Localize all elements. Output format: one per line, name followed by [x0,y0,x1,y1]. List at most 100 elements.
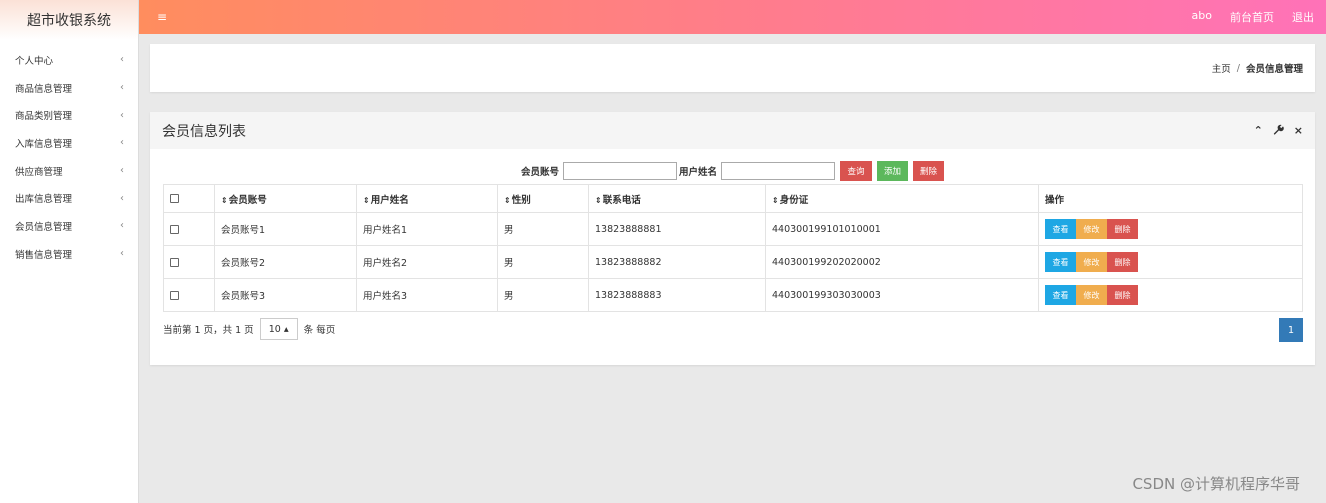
column-header-phone[interactable]: ⇕联系电话 [588,184,766,213]
column-label: 身份证 [779,194,809,206]
sidebar-item-label: 商品信息管理 [15,83,73,95]
cell-account: 会员账号3 [214,278,357,312]
sidebar-item-product-info[interactable]: 商品信息管理 ‹ [0,74,138,102]
row-delete-button[interactable]: 删除 [1107,285,1138,305]
account-label: 会员账号 [520,167,559,178]
cell-name: 用户姓名2 [356,245,498,279]
cell-idcard: 440300199303030003 [765,278,1039,312]
sidebar-item-supplier[interactable]: 供应商管理 ‹ [0,157,138,185]
column-label: 会员账号 [228,194,267,206]
row-select-cell [163,212,215,246]
row-delete-button[interactable]: 删除 [1107,252,1138,272]
sidebar-item-sales-info[interactable]: 销售信息管理 ‹ [0,240,138,268]
view-button[interactable]: 查看 [1045,219,1076,239]
app-title: 超市收银系统 [0,0,138,40]
row-checkbox[interactable] [170,257,179,267]
sort-icon: ⇕ [363,195,370,205]
row-select-cell [163,245,215,279]
sidebar-item-stock-out[interactable]: 出库信息管理 ‹ [0,184,138,212]
select-all-cell [163,184,215,213]
per-page-suffix: 条 每页 [303,325,336,336]
sidebar-item-label: 商品类别管理 [15,111,73,123]
view-button[interactable]: 查看 [1045,252,1076,272]
cell-name: 用户姓名3 [356,278,498,312]
top-links: abo 前台首页 退出 [1192,9,1314,25]
cell-name: 用户姓名1 [356,212,498,246]
user-name[interactable]: abo [1192,9,1212,25]
menu-icon[interactable]: ≡ [157,10,167,24]
pagination-info: 当前第 1 页，共 1 页 10 ▴ 条 每页 [163,318,335,340]
chevron-left-icon: ‹ [120,82,124,94]
column-label: 性别 [511,194,531,206]
sort-icon: ⇕ [772,195,779,205]
page-button-1[interactable]: 1 [1279,318,1303,342]
chevron-left-icon: ‹ [120,165,124,177]
search-bar: 会员账号 用户姓名 查询 添加 删除 [150,159,1315,183]
breadcrumb-home[interactable]: 主页 [1212,61,1231,75]
table-header-row: ⇕会员账号 ⇕用户姓名 ⇕性别 ⇕联系电话 ⇕身份证 操作 [163,184,1303,213]
username-input[interactable] [721,162,835,180]
cell-phone: 13823888882 [588,245,766,279]
username-label: 用户姓名 [678,167,717,178]
chevron-left-icon: ‹ [120,54,124,66]
row-checkbox[interactable] [170,224,179,234]
cell-idcard: 440300199202020002 [765,245,1039,279]
chevron-left-icon: ‹ [120,109,124,121]
cell-idcard: 440300199101010001 [765,212,1039,246]
front-home-link[interactable]: 前台首页 [1230,9,1274,25]
column-label: 联系电话 [602,194,641,206]
top-bar: ≡ abo 前台首页 退出 [139,0,1326,34]
page-size-select[interactable]: 10 ▴ [259,318,298,340]
member-list-panel: 会员信息列表 ⌃ × 会员账号 用户姓名 查询 添加 删除 ⇕会员账号 ⇕用户姓… [150,112,1315,365]
chevron-left-icon: ‹ [120,248,124,260]
sidebar-item-stock-in[interactable]: 入库信息管理 ‹ [0,129,138,157]
column-header-gender[interactable]: ⇕性别 [497,184,589,213]
sidebar-item-member-info[interactable]: 会员信息管理 ‹ [0,212,138,240]
table-row: 会员账号2 用户姓名2 男 13823888882 44030019920202… [163,245,1303,279]
chevron-left-icon: ‹ [120,220,124,232]
edit-button[interactable]: 修改 [1076,285,1107,305]
breadcrumb-separator: / [1236,62,1240,74]
query-button[interactable]: 查询 [840,161,872,181]
close-icon[interactable]: × [1294,124,1303,138]
cell-account: 会员账号2 [214,245,357,279]
page-summary: 当前第 1 页，共 1 页 [163,325,254,336]
sidebar-item-label: 出库信息管理 [15,194,73,206]
sidebar-item-personal-center[interactable]: 个人中心 ‹ [0,46,138,74]
row-checkbox[interactable] [170,290,179,300]
sidebar-item-label: 供应商管理 [15,166,63,178]
sort-icon: ⇕ [221,195,228,205]
sort-icon: ⇕ [504,195,511,205]
row-delete-button[interactable]: 删除 [1107,219,1138,239]
column-header-name[interactable]: ⇕用户姓名 [356,184,498,213]
edit-button[interactable]: 修改 [1076,219,1107,239]
column-header-ops: 操作 [1038,184,1303,213]
sidebar-item-label: 个人中心 [15,55,54,67]
delete-button[interactable]: 删除 [913,161,945,181]
sidebar-nav: 个人中心 ‹ 商品信息管理 ‹ 商品类别管理 ‹ 入库信息管理 ‹ 供应商管理 … [0,40,138,268]
column-header-account[interactable]: ⇕会员账号 [214,184,357,213]
cell-ops: 查看 修改 删除 [1038,212,1303,246]
column-header-idcard[interactable]: ⇕身份证 [765,184,1039,213]
account-input[interactable] [562,162,677,180]
collapse-icon[interactable]: ⌃ [1254,124,1263,138]
wrench-icon[interactable] [1273,124,1284,138]
column-label: 用户姓名 [370,194,409,206]
panel-header: 会员信息列表 ⌃ × [150,112,1315,149]
view-button[interactable]: 查看 [1045,285,1076,305]
watermark: CSDN @计算机程序华哥 [1132,475,1300,493]
edit-button[interactable]: 修改 [1076,252,1107,272]
breadcrumb: 主页 / 会员信息管理 [150,44,1315,92]
table-row: 会员账号3 用户姓名3 男 13823888883 44030019930303… [163,278,1303,312]
panel-tools: ⌃ × [1254,124,1303,138]
cell-gender: 男 [497,212,589,246]
add-button[interactable]: 添加 [877,161,909,181]
breadcrumb-current: 会员信息管理 [1245,64,1303,75]
select-all-checkbox[interactable] [170,194,179,203]
cell-phone: 13823888881 [588,212,766,246]
cell-account: 会员账号1 [214,212,357,246]
sidebar-item-product-category[interactable]: 商品类别管理 ‹ [0,101,138,129]
cell-phone: 13823888883 [588,278,766,312]
cell-ops: 查看 修改 删除 [1038,245,1303,279]
logout-link[interactable]: 退出 [1292,9,1314,25]
